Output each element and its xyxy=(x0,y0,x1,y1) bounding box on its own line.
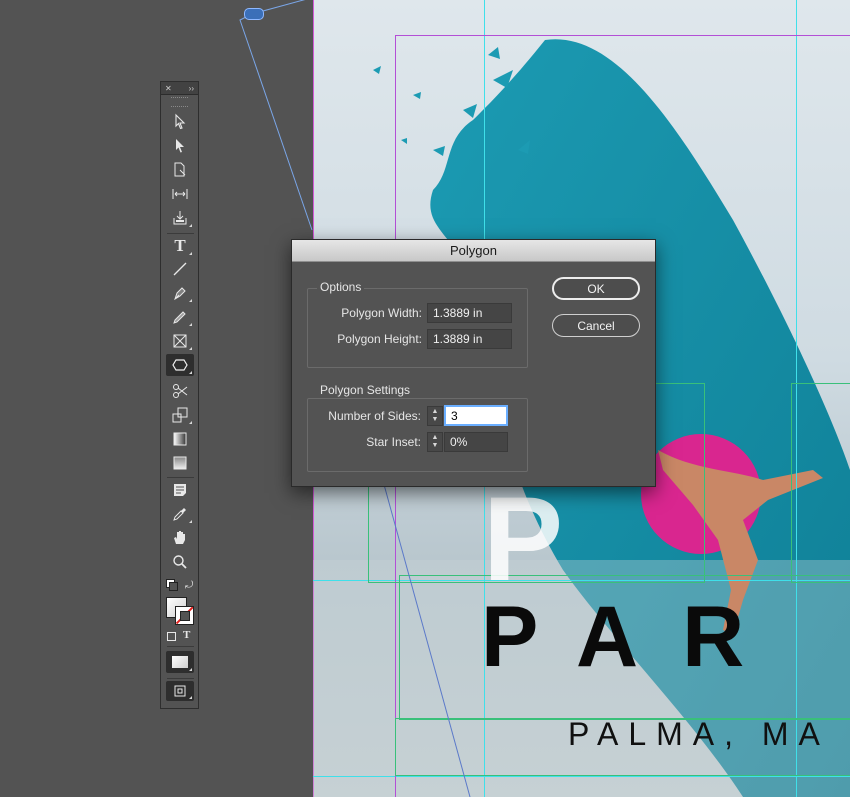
rectangle-frame-icon xyxy=(173,334,187,348)
eyedropper-tool[interactable] xyxy=(166,503,194,525)
content-collector-tool[interactable] xyxy=(166,207,194,229)
line-tool[interactable] xyxy=(166,258,194,280)
zoom-tool[interactable] xyxy=(166,551,194,573)
polygon-tool[interactable] xyxy=(166,354,194,376)
swap-fill-stroke-icon[interactable]: ⤾ xyxy=(185,580,193,591)
ok-button[interactable]: OK xyxy=(552,277,640,300)
polygon-dialog: Polygon Options Polygon Width: Polygon H… xyxy=(291,239,656,487)
page-tool-icon xyxy=(174,162,186,177)
page-tool[interactable] xyxy=(166,159,194,181)
pencil-tool[interactable] xyxy=(166,306,194,328)
selection-icon xyxy=(175,113,186,130)
polygon-width-label: Polygon Width: xyxy=(341,306,422,320)
stroke-swatch[interactable] xyxy=(175,606,194,625)
polygon-width-input[interactable] xyxy=(427,303,512,323)
apply-color-icon xyxy=(172,656,188,668)
direct-selection-icon xyxy=(176,139,184,153)
formatting-text-icon[interactable]: T xyxy=(183,629,190,641)
number-of-sides-input[interactable] xyxy=(444,405,508,426)
scissors-icon xyxy=(173,384,188,398)
stepper-up-icon[interactable]: ▲ xyxy=(432,434,439,442)
rectangle-frame-tool[interactable] xyxy=(166,330,194,352)
zoom-icon xyxy=(173,555,187,569)
panel-grip[interactable] xyxy=(171,97,188,107)
scissors-tool[interactable] xyxy=(166,380,194,402)
free-transform-tool[interactable] xyxy=(166,404,194,426)
cancel-button[interactable]: Cancel xyxy=(552,314,640,337)
type-tool[interactable]: T xyxy=(166,235,194,257)
headline-text: PAR xyxy=(481,589,789,685)
stepper-down-icon[interactable]: ▼ xyxy=(432,442,439,450)
apply-color-button[interactable] xyxy=(166,651,194,673)
dialog-title[interactable]: Polygon xyxy=(292,240,655,262)
pen-icon xyxy=(174,287,186,301)
collapse-icon[interactable]: ›› xyxy=(189,84,194,93)
link-icon[interactable] xyxy=(244,8,264,20)
options-group-title: Options xyxy=(317,280,365,294)
sides-stepper[interactable]: ▲ ▼ xyxy=(427,406,443,426)
content-collector-icon xyxy=(173,211,187,225)
star-inset-label: Star Inset: xyxy=(366,435,421,449)
gradient-swatch-icon xyxy=(173,432,187,446)
stepper-up-icon[interactable]: ▲ xyxy=(432,408,439,416)
formatting-container-icon[interactable] xyxy=(167,632,176,641)
star-inset-input[interactable] xyxy=(444,432,508,452)
pencil-icon xyxy=(173,311,186,324)
stepper-down-icon[interactable]: ▼ xyxy=(432,416,439,424)
hand-icon xyxy=(174,531,185,544)
gradient-feather-tool[interactable] xyxy=(166,452,194,474)
hand-tool[interactable] xyxy=(166,527,194,549)
default-fill-stroke-icon[interactable] xyxy=(166,579,178,591)
selection-tool[interactable] xyxy=(166,111,194,133)
direct-selection-tool[interactable] xyxy=(166,135,194,157)
polygon-height-label: Polygon Height: xyxy=(337,332,422,346)
close-icon[interactable]: ✕ xyxy=(165,84,172,93)
subheadline-text: PALMA, MA xyxy=(568,716,830,752)
number-of-sides-label: Number of Sides: xyxy=(328,409,421,423)
polygon-icon xyxy=(172,359,188,371)
gap-tool[interactable] xyxy=(166,183,194,205)
fill-stroke-swatch[interactable] xyxy=(166,597,194,625)
note-icon xyxy=(174,484,186,496)
type-icon: T xyxy=(174,236,186,255)
line-icon xyxy=(173,262,187,276)
gradient-feather-icon xyxy=(173,456,187,470)
polygon-settings-group-title: Polygon Settings xyxy=(317,383,414,397)
screen-mode-button[interactable] xyxy=(166,681,194,701)
tools-panel: ✕ ›› T ⤾ T xyxy=(160,81,199,709)
gradient-swatch-tool[interactable] xyxy=(166,428,194,450)
screen-mode-icon xyxy=(174,685,186,697)
free-transform-icon xyxy=(172,407,188,423)
gap-tool-icon xyxy=(172,189,188,199)
text-frame[interactable] xyxy=(791,383,850,583)
note-tool[interactable] xyxy=(166,479,194,501)
pen-tool[interactable] xyxy=(166,282,194,304)
options-group xyxy=(307,288,528,368)
polygon-height-input[interactable] xyxy=(427,329,512,349)
tools-panel-header[interactable]: ✕ ›› xyxy=(161,82,198,95)
inset-stepper[interactable]: ▲ ▼ xyxy=(427,432,443,452)
eyedropper-icon xyxy=(173,508,186,521)
